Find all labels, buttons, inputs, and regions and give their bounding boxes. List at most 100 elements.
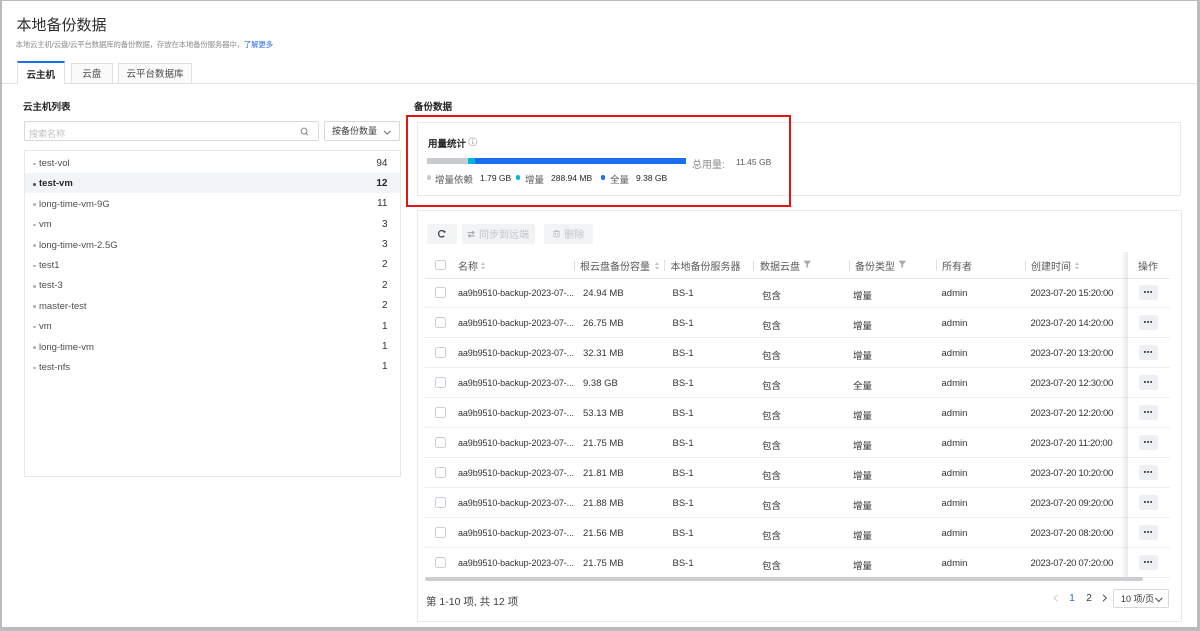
backup-name-link[interactable]: aa9b9510-backup-2023-07-... xyxy=(458,318,574,328)
filter-icon-type[interactable] xyxy=(898,260,907,269)
backup-name-link[interactable]: aa9b9510-backup-2023-07-... xyxy=(458,438,574,448)
created-time-cell: 2023-07-20 15:20:00 xyxy=(1031,288,1114,299)
row-checkbox[interactable] xyxy=(435,407,446,418)
backup-server-link[interactable]: BS-1 xyxy=(673,438,694,449)
backup-server-link[interactable]: BS-1 xyxy=(673,558,694,569)
backup-name-link[interactable]: aa9b9510-backup-2023-07-... xyxy=(458,408,574,418)
horizontal-scrollbar[interactable] xyxy=(425,577,1143,582)
vm-list-item[interactable]: long-time-vm1 xyxy=(25,336,400,356)
delete-button[interactable]: 删除 xyxy=(544,224,593,244)
vm-name: test1 xyxy=(39,260,60,271)
row-actions-button[interactable] xyxy=(1139,525,1158,540)
sort-icon-created[interactable] xyxy=(1074,262,1080,270)
backup-size-cell: 21.75 MB xyxy=(583,438,624,449)
row-actions-button[interactable] xyxy=(1139,405,1158,420)
backup-name-link[interactable]: aa9b9510-backup-2023-07-... xyxy=(458,528,574,538)
page-size-label: 10 项/页 xyxy=(1121,592,1154,605)
pagination-prev-button[interactable] xyxy=(1048,590,1064,606)
backup-server-link[interactable]: BS-1 xyxy=(673,378,694,389)
row-actions-button[interactable] xyxy=(1139,375,1158,390)
delete-label: 删除 xyxy=(564,226,584,241)
backup-name-link[interactable]: aa9b9510-backup-2023-07-... xyxy=(458,468,574,478)
vm-list-item[interactable]: test-32 xyxy=(25,275,400,295)
page-size-select[interactable]: 10 项/页 xyxy=(1113,589,1169,608)
search-input[interactable]: 搜索名称 xyxy=(24,121,319,142)
vm-list-item[interactable]: test-vol94 xyxy=(25,153,400,173)
filter-icon-datavol[interactable] xyxy=(803,260,812,269)
created-time-cell: 2023-07-20 10:20:00 xyxy=(1031,468,1114,479)
vm-list-item[interactable]: vm1 xyxy=(25,316,400,336)
learn-more-link[interactable]: 了解更多 xyxy=(244,40,273,49)
legend-dot-full xyxy=(601,175,606,180)
backup-size-cell: 32.31 MB xyxy=(583,348,624,359)
col-header-created[interactable]: 创建时间 xyxy=(1031,258,1071,273)
pagination-page-2[interactable]: 2 xyxy=(1081,590,1097,606)
vm-list-item[interactable]: vm3 xyxy=(25,214,400,234)
owner-cell: admin xyxy=(942,408,968,419)
backup-name-link[interactable]: aa9b9510-backup-2023-07-... xyxy=(458,378,574,388)
table-row: aa9b9510-backup-2023-07-... 9.38 GB BS-1… xyxy=(417,368,1182,398)
row-actions-button[interactable] xyxy=(1139,465,1158,480)
refresh-icon xyxy=(437,229,447,239)
row-actions-button[interactable] xyxy=(1139,345,1158,360)
row-checkbox[interactable] xyxy=(435,497,446,508)
vm-name: long-time-vm xyxy=(39,342,94,353)
vm-list-title: 云主机列表 xyxy=(23,99,71,113)
usage-total-value: 11.45 GB xyxy=(736,157,771,167)
vm-list-item[interactable]: test-nfs1 xyxy=(25,356,400,376)
info-icon[interactable] xyxy=(468,137,478,147)
tab-cloud-vm[interactable]: 云主机 xyxy=(17,61,65,84)
owner-cell: admin xyxy=(942,558,968,569)
backup-server-link[interactable]: BS-1 xyxy=(673,318,694,329)
page-title: 本地备份数据 xyxy=(17,14,107,35)
tab-cloud-disk[interactable]: 云盘 xyxy=(71,63,113,84)
sort-icon-size[interactable] xyxy=(654,262,660,270)
backup-type-cell: 增量 xyxy=(853,438,872,452)
row-actions-button[interactable] xyxy=(1139,315,1158,330)
backup-name-link[interactable]: aa9b9510-backup-2023-07-... xyxy=(458,348,574,358)
backup-server-link[interactable]: BS-1 xyxy=(673,528,694,539)
backup-server-link[interactable]: BS-1 xyxy=(673,498,694,509)
row-checkbox[interactable] xyxy=(435,527,446,538)
row-actions-button[interactable] xyxy=(1139,435,1158,450)
pagination-next-button[interactable] xyxy=(1097,590,1113,606)
row-actions-button[interactable] xyxy=(1139,285,1158,300)
vm-list-item[interactable]: master-test2 xyxy=(25,295,400,315)
vm-list-item[interactable]: long-time-vm-9G11 xyxy=(25,193,400,213)
vm-list-item[interactable]: test12 xyxy=(25,254,400,274)
row-checkbox[interactable] xyxy=(435,467,446,478)
backup-server-link[interactable]: BS-1 xyxy=(673,408,694,419)
backup-server-link[interactable]: BS-1 xyxy=(673,348,694,359)
row-actions-button[interactable] xyxy=(1139,495,1158,510)
col-header-size[interactable]: 根云盘备份容量 xyxy=(580,258,650,273)
sync-to-remote-button[interactable]: 同步到远端 xyxy=(462,224,535,244)
vm-backup-count: 2 xyxy=(382,300,388,311)
backup-name-link[interactable]: aa9b9510-backup-2023-07-... xyxy=(458,288,574,298)
vm-list-item-selected[interactable]: test-vm12 xyxy=(25,173,400,193)
sort-icon-name[interactable] xyxy=(480,262,486,270)
tab-platform-db[interactable]: 云平台数据库 xyxy=(118,63,192,84)
backup-name-link[interactable]: aa9b9510-backup-2023-07-... xyxy=(458,498,574,508)
sort-by-backup-count-select[interactable]: 按备份数量 xyxy=(324,121,400,142)
refresh-button[interactable] xyxy=(427,224,457,244)
trash-icon xyxy=(552,229,561,238)
backup-size-cell: 53.13 MB xyxy=(583,408,624,419)
created-time-cell: 2023-07-20 12:30:00 xyxy=(1031,378,1114,389)
pagination-page-1[interactable]: 1 xyxy=(1064,590,1080,606)
backup-size-cell: 24.94 MB xyxy=(583,288,624,299)
col-header-name[interactable]: 名称 xyxy=(458,258,478,273)
row-checkbox[interactable] xyxy=(435,347,446,358)
row-checkbox[interactable] xyxy=(435,377,446,388)
backup-server-link[interactable]: BS-1 xyxy=(673,468,694,479)
row-actions-button[interactable] xyxy=(1139,555,1158,570)
row-checkbox[interactable] xyxy=(435,557,446,568)
row-checkbox[interactable] xyxy=(435,437,446,448)
row-checkbox[interactable] xyxy=(435,317,446,328)
backup-server-link[interactable]: BS-1 xyxy=(673,288,694,299)
vm-list-item[interactable]: long-time-vm-2.5G3 xyxy=(25,234,400,254)
backup-name-link[interactable]: aa9b9510-backup-2023-07-... xyxy=(458,558,574,568)
row-checkbox[interactable] xyxy=(435,287,446,298)
bullet-icon xyxy=(33,265,36,268)
select-all-checkbox[interactable] xyxy=(435,260,446,271)
bullet-icon xyxy=(33,203,36,206)
